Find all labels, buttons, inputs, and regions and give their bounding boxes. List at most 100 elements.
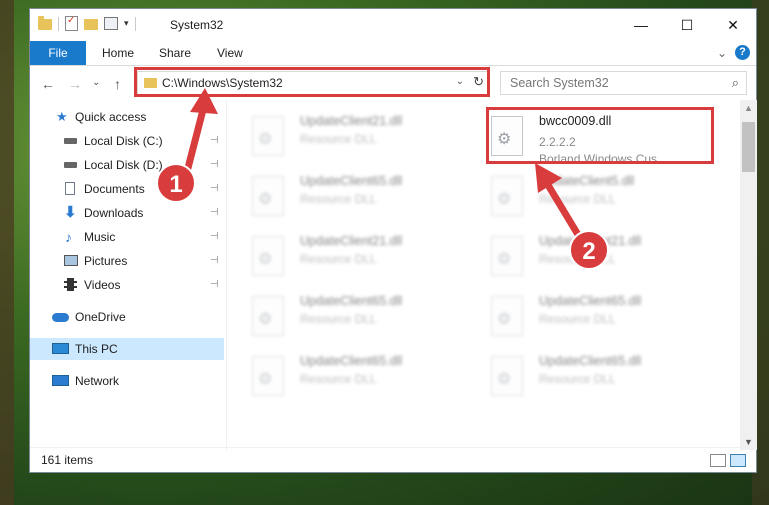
sidebar-item-label: Music [84, 230, 116, 244]
dll-file-icon [491, 296, 523, 336]
search-box[interactable]: Search System32 ⌕ [500, 71, 747, 95]
tab-file[interactable]: File [30, 41, 86, 65]
pin-icon: ⊣ [210, 183, 219, 194]
drive-icon [64, 138, 77, 144]
sidebar-item-pictures[interactable]: Pictures ⊣ [30, 250, 224, 272]
view-toggle-icon[interactable] [104, 17, 118, 30]
sidebar-item-label: Local Disk (C:) [84, 134, 163, 148]
dll-file-icon [491, 236, 523, 276]
file-type: Resource DLL [539, 192, 616, 206]
file-item[interactable]: UpdateClient65.dll Resource DLL [491, 294, 711, 346]
sidebar-item-label: Pictures [84, 254, 128, 268]
search-input[interactable]: Search System32 [510, 76, 609, 90]
pin-icon: ⊣ [210, 207, 219, 218]
details-view-icon[interactable] [710, 454, 726, 467]
file-name: UpdateClient65.dll [300, 294, 403, 308]
sidebar-item-videos[interactable]: Videos ⊣ [30, 274, 224, 296]
ribbon-tabs: File Home Share View ⌄ ? [30, 41, 756, 66]
file-item[interactable]: UpdateClient65.dll Resource DLL [252, 174, 472, 226]
download-icon: ⬇ [64, 204, 77, 221]
file-item[interactable]: UpdateClient21.dll Resource DLL [252, 114, 472, 166]
customize-toolbar-chevron-icon[interactable]: ▾ [124, 18, 129, 29]
properties-icon[interactable] [65, 15, 78, 31]
sidebar-item-local-disk-d[interactable]: Local Disk (D:) ⊣ [30, 154, 224, 176]
pin-icon: ⊣ [210, 135, 219, 146]
sidebar-item-label: Documents [84, 182, 145, 196]
dll-file-icon [491, 356, 523, 396]
sidebar-item-label: Local Disk (D:) [84, 158, 163, 172]
close-button[interactable]: ✕ [710, 9, 756, 41]
tab-view[interactable]: View [215, 41, 245, 65]
pin-icon: ⊣ [210, 159, 219, 170]
file-name: UpdateClient21.dll [300, 114, 403, 128]
folder-icon [38, 16, 52, 30]
quick-access-toolbar: ▾ [38, 15, 136, 31]
sidebar-item-this-pc[interactable]: This PC [30, 338, 224, 360]
window-title: System32 [170, 18, 224, 32]
new-folder-icon[interactable] [84, 19, 98, 30]
sidebar-item-label: Quick access [75, 110, 147, 124]
toolbar-separator [134, 16, 136, 31]
sidebar-item-quick-access[interactable]: ★ Quick access [30, 106, 224, 128]
window-controls: — ☐ ✕ [618, 9, 756, 41]
title-bar: ▾ System32 — ☐ ✕ [30, 9, 756, 41]
forward-arrow-icon[interactable]: → [68, 76, 82, 92]
sidebar-item-local-disk-c[interactable]: Local Disk (C:) ⊣ [30, 130, 224, 152]
vertical-scrollbar[interactable]: ▲ ▼ [740, 100, 757, 450]
dll-file-icon [252, 296, 284, 336]
large-icons-view-icon[interactable] [730, 454, 746, 467]
pin-icon: ⊣ [210, 279, 219, 290]
file-type: Resource DLL [300, 252, 377, 266]
dll-file-icon [252, 176, 284, 216]
sidebar-item-downloads[interactable]: ⬇ Downloads ⊣ [30, 202, 224, 224]
step-2-badge: 2 [569, 230, 609, 270]
tab-home[interactable]: Home [100, 41, 136, 65]
scrollbar-thumb[interactable] [742, 122, 755, 172]
help-icon[interactable]: ? [735, 45, 750, 60]
file-name: UpdateClient5.dll [539, 174, 635, 188]
sidebar-item-network[interactable]: Network [30, 370, 224, 392]
file-item[interactable]: UpdateClient65.dll Resource DLL [252, 294, 472, 346]
pin-icon: ⊣ [210, 255, 219, 266]
search-icon[interactable]: ⌕ [732, 75, 739, 91]
file-item[interactable]: UpdateClient21.dll Resource DLL [252, 234, 472, 286]
sidebar-item-music[interactable]: ♪ Music ⊣ [30, 226, 224, 248]
minimize-button[interactable]: — [618, 9, 664, 41]
star-icon: ★ [56, 109, 68, 124]
item-count: 161 items [41, 453, 94, 467]
pin-icon: ⊣ [210, 231, 219, 242]
toolbar-separator [58, 16, 59, 31]
step-1-badge: 1 [156, 163, 196, 203]
up-arrow-icon[interactable]: ↑ [114, 76, 121, 92]
file-name: UpdateClient65.dll [300, 354, 403, 368]
pictures-icon [64, 255, 78, 266]
scroll-down-icon[interactable]: ▼ [744, 437, 753, 447]
dll-file-icon [252, 116, 284, 156]
ribbon-right-controls: ⌄ ? [717, 45, 750, 60]
tab-share[interactable]: Share [157, 41, 193, 65]
file-item[interactable]: UpdateClient65.dll Resource DLL [252, 354, 472, 406]
file-type: Resource DLL [300, 132, 377, 146]
sidebar-item-label: This PC [75, 342, 118, 356]
sidebar-item-onedrive[interactable]: OneDrive [30, 306, 224, 328]
status-bar: 161 items [30, 447, 756, 472]
file-name: UpdateClient65.dll [539, 294, 642, 308]
document-icon [65, 182, 75, 195]
drive-icon [64, 162, 77, 168]
file-item[interactable]: UpdateClient5.dll Resource DLL [491, 174, 711, 226]
videos-icon [64, 278, 77, 291]
maximize-button[interactable]: ☐ [664, 9, 710, 41]
scroll-up-icon[interactable]: ▲ [744, 103, 753, 113]
file-highlight-box [486, 107, 714, 164]
file-name: UpdateClient21.dll [300, 234, 403, 248]
file-type: Resource DLL [300, 312, 377, 326]
file-item[interactable]: UpdateClient65.dll Resource DLL [491, 354, 711, 406]
back-arrow-icon[interactable]: ← [41, 76, 55, 92]
file-type: Resource DLL [539, 312, 616, 326]
view-switcher [710, 454, 746, 467]
navigation-pane: ★ Quick access Local Disk (C:) ⊣ Local D… [30, 100, 226, 450]
sidebar-item-label: OneDrive [75, 310, 126, 324]
sidebar-item-label: Videos [84, 278, 121, 292]
expand-ribbon-chevron-icon[interactable]: ⌄ [717, 46, 727, 60]
recent-locations-chevron-icon[interactable]: ⌄ [92, 77, 100, 88]
